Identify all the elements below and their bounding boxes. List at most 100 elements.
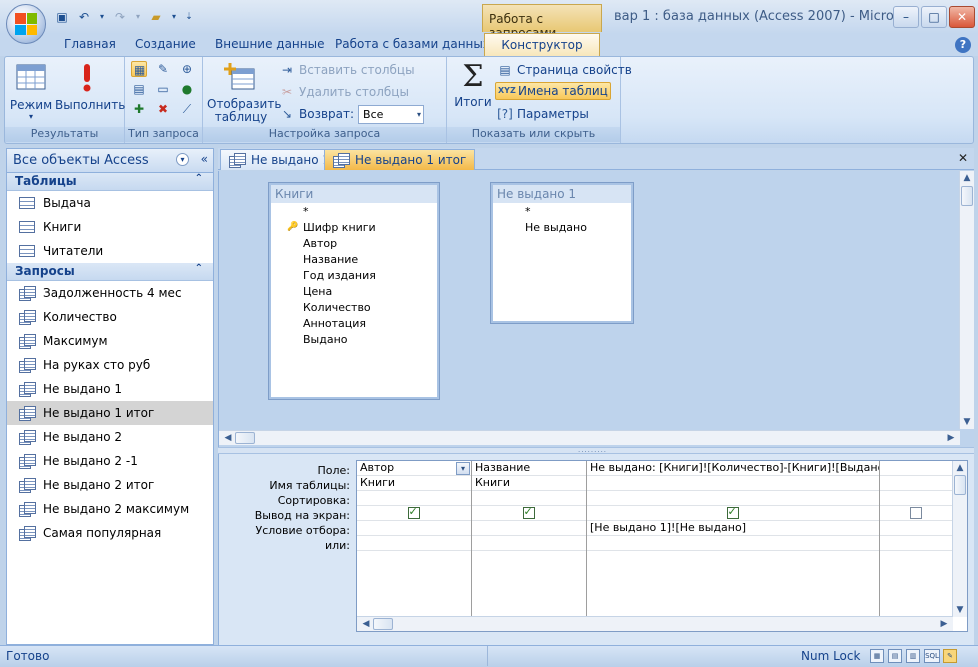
nav-query-item[interactable]: Не выдано 1 <box>7 377 213 401</box>
field-list-item[interactable]: * <box>271 205 437 221</box>
show-table-button[interactable]: Отобразить таблицу <box>207 61 281 124</box>
grid-cell-field[interactable] <box>880 461 952 476</box>
field-list-item[interactable]: Не выдано <box>493 221 631 237</box>
field-list-title[interactable]: Не выдано 1 <box>493 185 631 203</box>
grid-cell-table[interactable]: Книги <box>472 476 586 491</box>
crosstab-query-icon[interactable]: ▤ <box>131 81 147 97</box>
scroll-thumb[interactable] <box>961 186 973 206</box>
grid-cell-sort[interactable] <box>587 491 879 506</box>
grid-cell-sort[interactable] <box>357 491 471 506</box>
grid-cell-criteria[interactable]: [Не выдано 1]![Не выдано] <box>587 521 879 536</box>
maximize-button[interactable]: □ <box>921 6 947 28</box>
nav-table-item[interactable]: Читатели <box>7 239 213 263</box>
undo-dropdown-icon[interactable]: ▾ <box>98 9 106 25</box>
scroll-down-icon[interactable]: ▼ <box>953 603 967 617</box>
select-query-icon[interactable]: ▦ <box>131 61 147 77</box>
tab-create[interactable]: Создание <box>135 37 196 51</box>
nav-section-tables[interactable]: Таблицы ⌃ <box>7 173 213 191</box>
nav-collapse-icon[interactable]: « <box>201 152 208 166</box>
scroll-up-icon[interactable]: ▲ <box>960 171 974 185</box>
grid-cell-table[interactable]: Книги <box>357 476 471 491</box>
open-folder-icon[interactable]: ▰ <box>148 9 164 25</box>
nav-query-item[interactable]: Не выдано 2 <box>7 425 213 449</box>
make-table-icon[interactable]: ✎ <box>155 61 171 77</box>
grid-cell-show[interactable] <box>472 506 586 521</box>
grid-cell-or[interactable] <box>880 536 952 551</box>
return-select[interactable]: Все ▾ <box>358 104 425 124</box>
nav-query-item[interactable]: На руках сто руб <box>7 353 213 377</box>
grid-cell-show[interactable] <box>357 506 471 521</box>
totals-button[interactable]: Σ Итоги <box>453 61 493 110</box>
pivottable-view-icon[interactable]: ▤ <box>888 649 902 663</box>
pivotchart-view-icon[interactable]: ▥ <box>906 649 920 663</box>
union-query-icon[interactable]: ● <box>179 81 195 97</box>
grid-cell-show[interactable] <box>587 506 879 521</box>
close-button[interactable]: ✕ <box>949 6 975 28</box>
nav-menu-chevron-icon[interactable]: ▾ <box>176 153 189 166</box>
nav-query-item[interactable]: Не выдано 1 итог <box>7 401 213 425</box>
grid-cell-criteria[interactable] <box>880 521 952 536</box>
insert-columns-button[interactable]: ⇥ Вставить столбцы <box>279 61 415 79</box>
tab-home[interactable]: Главная <box>64 37 116 51</box>
tab-external-data[interactable]: Внешние данные <box>215 37 324 51</box>
doc-tab-ne-vydano-1[interactable]: Не выдано 1 <box>220 149 340 170</box>
datasheet-view-icon[interactable]: ▦ <box>870 649 884 663</box>
save-icon[interactable]: ▣ <box>54 9 70 25</box>
field-list-item[interactable]: * <box>493 205 631 221</box>
grid-horizontal-scrollbar[interactable]: ◀ ▶ <box>357 616 953 631</box>
sql-view-icon[interactable]: SQL <box>924 649 940 663</box>
append-plus-icon[interactable]: ✚ <box>131 101 147 117</box>
parameters-button[interactable]: [?] Параметры <box>497 105 589 123</box>
nav-pane-header[interactable]: Все объекты Access ▾ « <box>7 149 213 173</box>
field-list-item[interactable]: Аннотация <box>271 317 437 333</box>
table-names-button[interactable]: XYZ Имена таблиц <box>495 82 611 100</box>
grid-cell-table[interactable] <box>880 476 952 491</box>
minimize-button[interactable]: – <box>893 6 919 28</box>
grid-cell-or[interactable] <box>357 536 471 551</box>
nav-query-item[interactable]: Количество <box>7 305 213 329</box>
field-list-title[interactable]: Книги <box>271 185 437 203</box>
delete-columns-button[interactable]: ✂ Удалить столбцы <box>279 83 409 101</box>
scroll-right-icon[interactable]: ▶ <box>937 617 951 631</box>
update-query-icon[interactable]: ▭ <box>155 81 171 97</box>
show-checkbox[interactable] <box>522 506 535 519</box>
field-list-item[interactable]: Название <box>271 253 437 269</box>
open-dropdown-icon[interactable]: ▾ <box>170 9 178 25</box>
field-list-item[interactable]: Количество <box>271 301 437 317</box>
field-list-books[interactable]: Книги * 🔑 Шифр книги Автор Название Год издан… <box>269 183 439 399</box>
scroll-left-icon[interactable]: ◀ <box>221 431 235 445</box>
nav-query-item[interactable]: Задолженность 4 мес <box>7 281 213 305</box>
scroll-up-icon[interactable]: ▲ <box>953 461 967 475</box>
close-document-icon[interactable]: ✕ <box>958 151 968 165</box>
undo-icon[interactable]: ↶ <box>76 9 92 25</box>
field-list-item[interactable]: 🔑 Шифр книги <box>271 221 437 237</box>
run-button[interactable]: Выполнить <box>55 61 125 112</box>
help-icon[interactable]: ? <box>955 37 971 53</box>
customize-qat-icon[interactable]: ⇣ <box>184 9 194 25</box>
chevron-down-icon[interactable]: ▾ <box>456 462 470 475</box>
grid-cell-field[interactable]: Не выдано: [Книги]![Количество]-[Книги]!… <box>587 461 879 476</box>
design-view-icon[interactable]: ✎ <box>943 649 957 663</box>
data-definition-icon[interactable]: ⟋ <box>179 101 195 117</box>
scroll-thumb[interactable] <box>373 618 393 630</box>
delete-query-icon[interactable]: ✖ <box>155 101 171 117</box>
property-sheet-button[interactable]: ▤ Страница свойств <box>497 61 631 79</box>
tab-database-tools[interactable]: Работа с базами данных <box>335 37 490 51</box>
upper-horizontal-scrollbar[interactable]: ◀ ▶ <box>219 430 960 445</box>
scroll-thumb[interactable] <box>235 432 255 444</box>
grid-cell-sort[interactable] <box>472 491 586 506</box>
nav-section-queries[interactable]: Запросы ⌃ <box>7 263 213 281</box>
pane-splitter[interactable]: ········· <box>218 447 974 456</box>
grid-cell-table[interactable] <box>587 476 879 491</box>
scroll-left-icon[interactable]: ◀ <box>359 617 373 631</box>
nav-query-item[interactable]: Не выдано 2 максимум <box>7 497 213 521</box>
scroll-thumb[interactable] <box>954 475 966 495</box>
show-checkbox[interactable] <box>407 506 420 519</box>
redo-dropdown-icon[interactable]: ▾ <box>134 9 142 25</box>
nav-table-item[interactable]: Выдача <box>7 191 213 215</box>
nav-table-item[interactable]: Книги <box>7 215 213 239</box>
nav-query-item[interactable]: Не выдано 2 итог <box>7 473 213 497</box>
show-checkbox[interactable] <box>726 506 739 519</box>
grid-cell-field[interactable]: Название <box>472 461 586 476</box>
grid-vertical-scrollbar[interactable]: ▲ ▼ <box>952 461 967 617</box>
